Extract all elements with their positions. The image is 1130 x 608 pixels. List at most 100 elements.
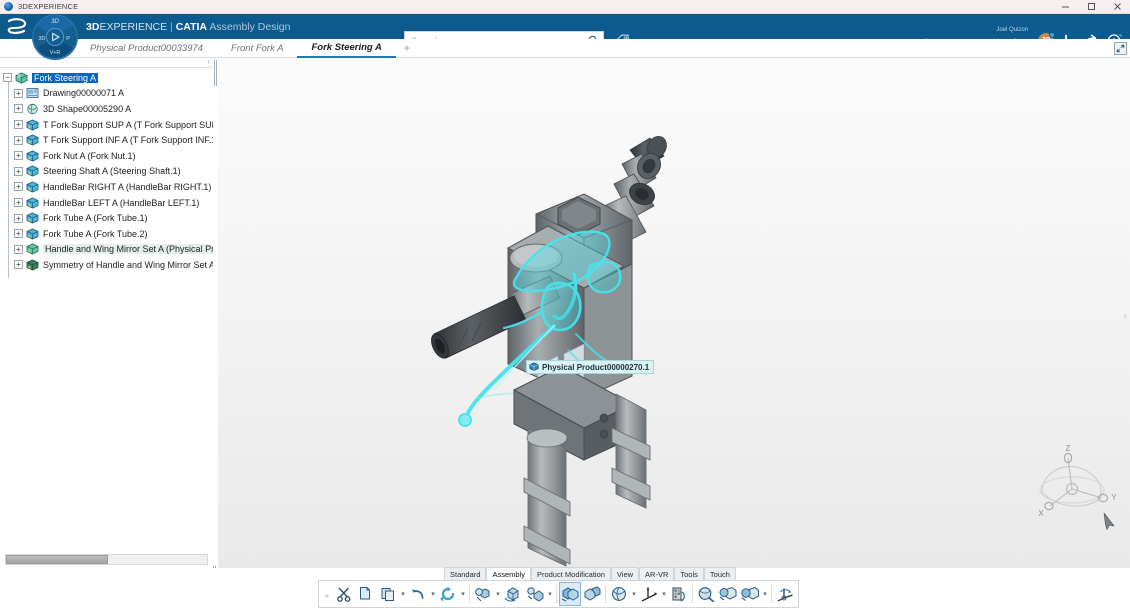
- tree-item-forktube-2[interactable]: + Fork Tube A (Fork Tube.2): [0, 226, 213, 242]
- model-label-text: Physical Product00000270.1: [542, 362, 650, 372]
- close-button[interactable]: [1104, 0, 1130, 14]
- brand-experience: EXPERIENCE: [99, 20, 168, 33]
- tree-expander[interactable]: +: [14, 229, 23, 239]
- tree-expander[interactable]: +: [14, 120, 23, 130]
- add-tab-button[interactable]: +: [396, 39, 418, 57]
- tab-physical-product[interactable]: Physical Product00033974: [76, 39, 217, 58]
- tab-fork-steering[interactable]: Fork Steering A: [297, 39, 396, 58]
- tree-item-drawing[interactable]: + Drawing00000071 A: [0, 86, 213, 102]
- 3d-viewport[interactable]: Physical Product00000270.1 ‹ Z Y X: [218, 58, 1130, 568]
- tree-item-label: T Fork Support SUP A (T Fork Support SUP…: [43, 119, 213, 130]
- axis-manipulate-button[interactable]: [638, 582, 660, 606]
- tree-item-handlebar-right[interactable]: + HandleBar RIGHT A (HandleBar RIGHT.1): [0, 179, 213, 195]
- manipulation-button[interactable]: [774, 582, 796, 606]
- snap-button[interactable]: [608, 582, 630, 606]
- product-icon: [26, 243, 39, 255]
- svg-text:3D: 3D: [39, 36, 46, 42]
- reorder-component-button[interactable]: [524, 582, 546, 606]
- reorder-dropdown-caret-icon[interactable]: ▾: [546, 582, 554, 606]
- tree-item-handlebar-left[interactable]: + HandleBar LEFT A (HandleBar LEFT.1): [0, 195, 213, 211]
- tree-item-steeringshaft[interactable]: + Steering Shaft A (Steering Shaft.1): [0, 164, 213, 180]
- section-button[interactable]: [717, 582, 739, 606]
- axis-dropdown-caret-icon[interactable]: ▾: [660, 582, 668, 606]
- tree-collapse-chevron-left-icon[interactable]: ‹: [207, 58, 210, 66]
- tab-front-fork[interactable]: Front Fork A: [217, 39, 297, 58]
- tree-item-root[interactable]: − Fork Steering A: [0, 70, 213, 86]
- assembly-constraint-button[interactable]: [581, 582, 603, 606]
- undo-button[interactable]: [407, 582, 429, 606]
- tree-expander[interactable]: +: [14, 213, 23, 223]
- part-icon: [26, 212, 39, 224]
- tree-expander[interactable]: +: [14, 260, 23, 270]
- insert-component-button[interactable]: [472, 582, 494, 606]
- tree-item-handle-wing-mirror-set[interactable]: + Handle and Wing Mirror Set A (Physical…: [0, 242, 213, 258]
- product-cube-icon: [529, 362, 539, 372]
- drawing-icon: [26, 87, 39, 99]
- update-button[interactable]: [437, 582, 459, 606]
- cut-button[interactable]: [333, 582, 355, 606]
- tree-expander[interactable]: +: [14, 88, 23, 98]
- svg-text:X: X: [1038, 509, 1044, 518]
- part-icon: [26, 228, 39, 240]
- tree-expander[interactable]: +: [14, 166, 23, 176]
- toolbar-handle-icon[interactable]: ⌄: [321, 582, 333, 606]
- tree-item-3dshape[interactable]: + 3D Shape00005290 A: [0, 101, 213, 117]
- viewport-collapse-chevron-left-icon[interactable]: ‹: [1124, 311, 1127, 322]
- tree-expander[interactable]: +: [14, 182, 23, 192]
- model-selection-tooltip: Physical Product00000270.1: [526, 360, 655, 374]
- tree-item-forktube-1[interactable]: + Fork Tube A (Fork Tube.1): [0, 210, 213, 226]
- scrollbar-thumb[interactable]: [6, 555, 108, 564]
- explode-dropdown-caret-icon[interactable]: ▾: [761, 582, 769, 606]
- expand-window-icon[interactable]: [1110, 39, 1130, 57]
- minimize-button[interactable]: [1052, 0, 1078, 14]
- undo-dropdown-caret-icon[interactable]: ▾: [429, 582, 437, 606]
- insert-dropdown-caret-icon[interactable]: ▾: [494, 582, 502, 606]
- tree-expander[interactable]: +: [14, 135, 23, 145]
- tab-view[interactable]: View: [610, 567, 640, 580]
- copy-button[interactable]: [355, 582, 377, 606]
- measure-button[interactable]: [695, 582, 717, 606]
- tree-expander[interactable]: +: [14, 151, 23, 161]
- tree-item-tforksup[interactable]: + T Fork Support SUP A (T Fork Support S…: [0, 117, 213, 133]
- tree-horizontal-scrollbar[interactable]: [5, 554, 208, 565]
- tree-item-root-label: Fork Steering A: [32, 72, 99, 83]
- os-title-bar: 3DEXPERIENCE: [0, 0, 1130, 14]
- tree-item-label: T Fork Support INF A (T Fork Support INF…: [43, 135, 213, 146]
- tab-ar-vr[interactable]: AR-VR: [639, 567, 675, 580]
- tab-standard[interactable]: Standard: [444, 567, 487, 580]
- explode-button[interactable]: [739, 582, 761, 606]
- cursor-arrow-icon: [1102, 512, 1116, 530]
- replace-component-button[interactable]: [502, 582, 524, 606]
- application-window: 3DEXPERIENCE 3DEXPERIENCE | CATIA Assemb…: [0, 0, 1130, 608]
- tree-item-label: Fork Tube A (Fork Tube.2): [43, 228, 148, 239]
- maximize-button[interactable]: [1078, 0, 1104, 14]
- window-title: 3DEXPERIENCE: [18, 2, 79, 11]
- 3d-model-fork-steering-assembly[interactable]: [418, 98, 888, 568]
- update-dropdown-caret-icon[interactable]: ▾: [459, 582, 467, 606]
- brand-3d: 3D: [86, 20, 100, 33]
- user-name: Joel Quizon: [996, 27, 1028, 33]
- tree-item-tforkinf[interactable]: + T Fork Support INF A (T Fork Support I…: [0, 132, 213, 148]
- action-bar: ⌄ ▾ ▾ ▾ ▾ ▾ ▾ ▾ ▾: [318, 580, 799, 608]
- snap-dropdown-caret-icon[interactable]: ▾: [630, 582, 638, 606]
- tab-tools[interactable]: Tools: [674, 567, 704, 580]
- tree-item-forknut[interactable]: + Fork Nut A (Fork Nut.1): [0, 148, 213, 164]
- paste-dropdown-caret-icon[interactable]: ▾: [399, 582, 407, 606]
- engineering-connection-button[interactable]: [559, 582, 581, 606]
- dassault-systemes-logo-icon[interactable]: [0, 14, 34, 39]
- tree-expander[interactable]: +: [14, 104, 23, 114]
- 3dexperience-globe-icon: [4, 2, 13, 11]
- tab-touch[interactable]: Touch: [703, 567, 736, 580]
- tree-item-label: HandleBar RIGHT A (HandleBar RIGHT.1): [43, 181, 212, 192]
- tree-expander[interactable]: +: [14, 198, 23, 208]
- tab-product-modification[interactable]: Product Modification: [530, 567, 611, 580]
- paste-button[interactable]: [377, 582, 399, 606]
- specification-tree-panel: ‹ − Fork Steering A + Drawing00000071 A …: [0, 58, 213, 553]
- tree-expander-root[interactable]: −: [3, 73, 12, 83]
- tree-item-symmetry-handle-wing-mirror[interactable]: + Symmetry of Handle and Wing Mirror Set…: [0, 257, 213, 273]
- 3dexperience-compass-icon[interactable]: 3D 3D P V+R: [31, 13, 79, 61]
- tab-assembly[interactable]: Assembly: [486, 567, 531, 580]
- clash-detect-button[interactable]: [668, 582, 690, 606]
- tree-expander[interactable]: +: [14, 244, 23, 254]
- toolbar-separator: [605, 585, 606, 603]
